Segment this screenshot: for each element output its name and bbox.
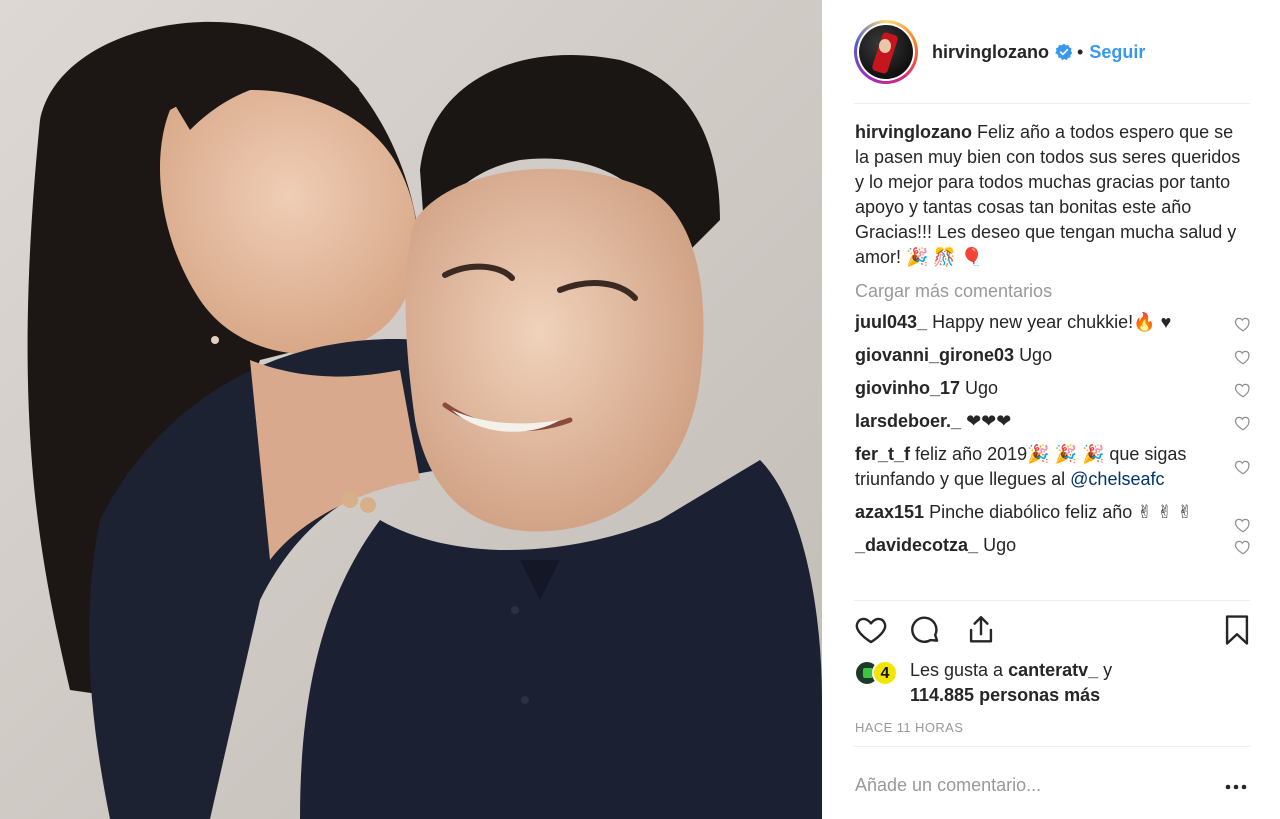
comment-username[interactable]: _davidecotza_	[855, 535, 978, 555]
post-actions-bar	[854, 612, 1250, 652]
comment-text: Happy new year chukkie!🔥 ♥	[932, 312, 1172, 332]
comment-username[interactable]: giovanni_girone03	[855, 345, 1014, 365]
comment-item: giovanni_girone03 Ugo	[855, 343, 1252, 368]
avatar-red-stripe	[871, 31, 899, 75]
comment-item: fer_t_f feliz año 2019🎉 🎉 🎉 que sigas tr…	[855, 442, 1252, 492]
comment-mention-link[interactable]: @chelseafc	[1070, 469, 1164, 489]
post-caption: hirvinglozano Feliz año a todos espero q…	[855, 120, 1252, 270]
share-upload-icon[interactable]	[964, 612, 998, 648]
header-separator: •	[1077, 41, 1084, 62]
comment-item: _davidecotza_ Ugo	[855, 533, 1252, 558]
likes-prefix: Les gusta a	[910, 660, 1009, 680]
avatar-face	[879, 39, 891, 53]
comment-username[interactable]: giovinho_17	[855, 378, 960, 398]
comment-username[interactable]: fer_t_f	[855, 444, 910, 464]
comment-username[interactable]: juul043_	[855, 312, 927, 332]
bookmark-icon[interactable]	[1220, 612, 1254, 648]
caption-username[interactable]: hirvinglozano	[855, 122, 972, 142]
likes-count-button[interactable]: 114.885 personas más	[910, 685, 1100, 705]
liker-avatar-2[interactable]: 4	[872, 660, 898, 686]
comment-like-heart-icon[interactable]	[1234, 516, 1252, 534]
comment-item: azax151 Pinche diabólico feliz año ✌ ✌ ✌	[855, 500, 1252, 533]
comment-item: larsdeboer._ ❤❤❤	[855, 409, 1252, 434]
author-avatar[interactable]	[854, 20, 918, 84]
comment-text: Ugo	[965, 378, 999, 398]
author-avatar-image	[859, 25, 913, 79]
comment-like-heart-icon[interactable]	[1234, 414, 1252, 432]
heart-outline-icon[interactable]	[854, 612, 888, 648]
comment-like-heart-icon[interactable]	[1234, 458, 1252, 476]
header-divider	[854, 103, 1250, 104]
post-side-panel: hirvinglozano • Seguir hirvinglozano Fel…	[822, 0, 1280, 819]
photo-selfie-illustration	[0, 0, 822, 819]
likes-text: Les gusta a canteratv_ y 114.885 persona…	[910, 658, 1250, 708]
post-header: hirvinglozano • Seguir	[854, 18, 1250, 86]
add-comment-input[interactable]	[855, 775, 1215, 796]
comment-like-heart-icon[interactable]	[1234, 348, 1252, 366]
comment-item: giovinho_17 Ugo	[855, 376, 1252, 401]
more-dots-icon[interactable]	[1222, 777, 1250, 797]
comment-text: Pinche diabólico feliz año ✌ ✌ ✌	[929, 502, 1193, 522]
comment-username[interactable]: azax151	[855, 502, 924, 522]
likes-suffix: y	[1098, 660, 1113, 680]
comment-text: Ugo	[983, 535, 1017, 555]
likes-summary: 4 Les gusta a canteratv_ y 114.885 perso…	[854, 658, 1250, 708]
comment-like-heart-icon[interactable]	[1234, 381, 1252, 399]
comment-item: juul043_ Happy new year chukkie!🔥 ♥	[855, 310, 1252, 335]
follow-button[interactable]: Seguir	[1089, 42, 1145, 63]
comment-username[interactable]: larsdeboer._	[855, 411, 961, 431]
comment-text: Ugo	[1019, 345, 1053, 365]
comment-bubble-icon[interactable]	[908, 612, 942, 648]
comment-box-divider	[854, 746, 1250, 747]
post-photo[interactable]	[0, 0, 822, 819]
comment-text: ❤❤❤	[966, 411, 1012, 431]
comment-like-heart-icon[interactable]	[1234, 315, 1252, 333]
actions-divider	[854, 600, 1250, 601]
load-more-comments-button[interactable]: Cargar más comentarios	[855, 281, 1252, 302]
liker-username-link[interactable]: canteratv_	[1008, 660, 1098, 680]
comment-like-heart-icon[interactable]	[1234, 538, 1252, 556]
verified-badge-icon	[1055, 43, 1073, 61]
likers-avatars: 4	[854, 660, 904, 688]
post-timestamp[interactable]: HACE 11 HORAS	[855, 720, 963, 735]
caption-text: Feliz año a todos espero que se la pasen…	[855, 122, 1241, 267]
comments-section: hirvinglozano Feliz año a todos espero q…	[855, 120, 1252, 566]
add-comment-bar	[855, 775, 1250, 799]
author-avatar-frame	[857, 23, 915, 81]
author-username[interactable]: hirvinglozano	[932, 42, 1049, 63]
